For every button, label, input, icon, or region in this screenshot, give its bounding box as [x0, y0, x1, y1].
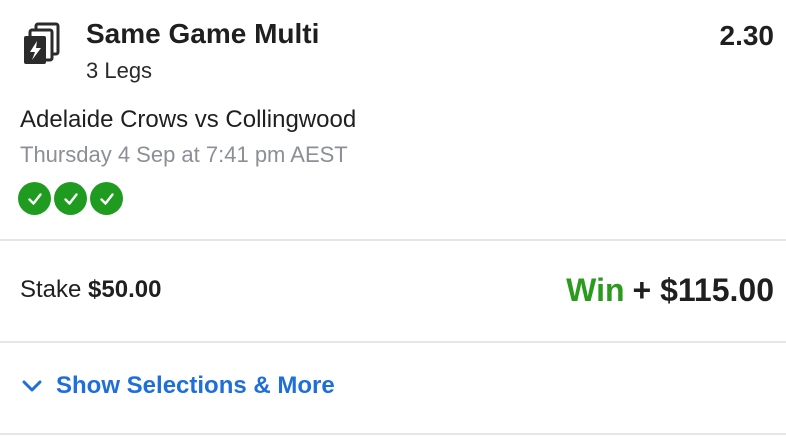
- show-selections-button[interactable]: Show Selections & More: [20, 372, 335, 400]
- legs-status-indicators: [18, 182, 123, 215]
- stake-amount: $50.00: [88, 276, 162, 303]
- divider: [0, 433, 786, 435]
- check-icon: [54, 182, 87, 215]
- bet-odds: 2.30: [719, 20, 775, 51]
- stake-info: Stake $50.00: [20, 276, 161, 304]
- event-datetime: Thursday 4 Sep at 7:41 pm AEST: [20, 142, 348, 167]
- win-amount: + $115.00: [632, 272, 774, 308]
- win-label: Win: [566, 272, 625, 308]
- legs-count: 3 Legs: [86, 58, 153, 83]
- divider: [0, 239, 786, 241]
- divider: [0, 341, 786, 343]
- chevron-down-icon: [20, 374, 44, 398]
- same-game-multi-icon: [20, 22, 64, 66]
- check-icon: [90, 182, 123, 215]
- show-selections-label: Show Selections & More: [56, 372, 335, 399]
- match-name: Adelaide Crows vs Collingwood: [20, 106, 357, 133]
- check-icon: [18, 182, 51, 215]
- bet-type-title: Same Game Multi: [86, 18, 320, 49]
- bet-card: Same Game Multi 2.30 3 Legs Adelaide Cro…: [0, 0, 786, 436]
- win-info: Win + $115.00: [566, 272, 774, 309]
- stake-label: Stake: [20, 276, 82, 303]
